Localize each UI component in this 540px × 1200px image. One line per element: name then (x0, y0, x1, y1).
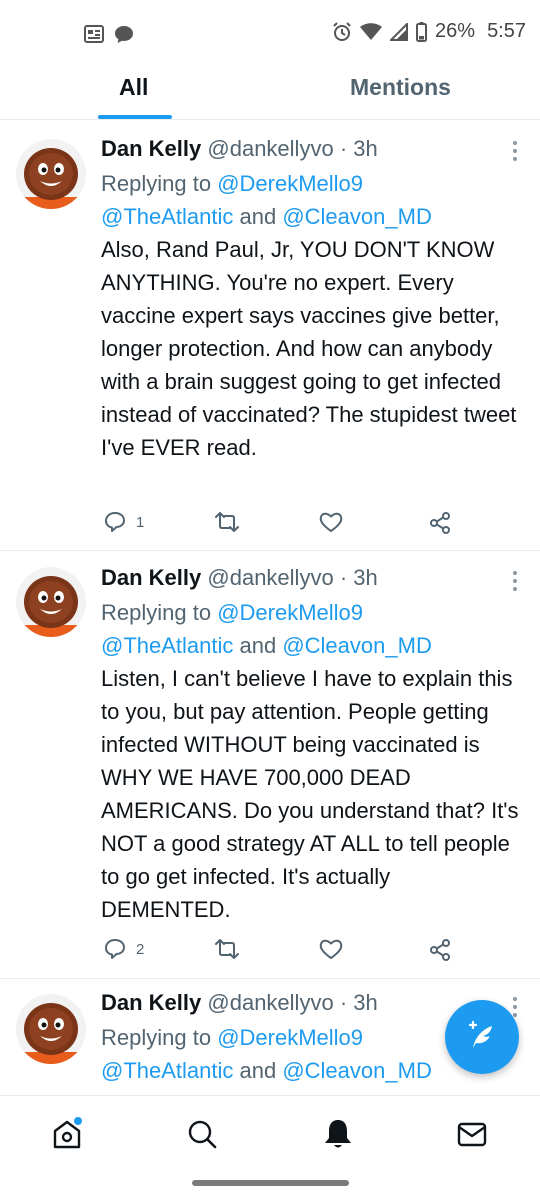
reply-and: and (233, 1058, 283, 1083)
notifications-icon (325, 1120, 351, 1148)
like-button[interactable] (319, 511, 343, 533)
tweet[interactable]: Dan Kelly @dankellyvo · 3h Replying to @… (0, 121, 540, 551)
status-bar: 26% 5:57 (0, 0, 540, 66)
retweet-icon (215, 939, 239, 959)
reply-count: 1 (136, 513, 145, 531)
mention-link[interactable]: @DerekMello9 (217, 600, 363, 625)
reply-and: and (233, 633, 283, 658)
reply-button[interactable]: 1 (104, 511, 144, 533)
author-handle[interactable]: @dankellyvo (207, 136, 333, 161)
reply-icon (105, 512, 125, 532)
tweet-header: Dan Kelly @dankellyvo · 3h (101, 134, 520, 164)
messages-icon (457, 1122, 487, 1147)
nav-search[interactable] (184, 1116, 220, 1152)
clock: 5:57 (487, 20, 526, 42)
share-icon (430, 512, 450, 534)
signal-icon (390, 22, 409, 41)
author-name[interactable]: Dan Kelly (101, 136, 201, 161)
replying-to: Replying to @DerekMello9 @TheAtlantic an… (101, 596, 520, 662)
avatar[interactable] (16, 567, 86, 637)
search-icon (188, 1120, 217, 1149)
replying-to: Replying to @DerekMello9 @TheAtlantic an… (101, 167, 520, 233)
alarm-icon (333, 21, 351, 41)
tab-mentions[interactable]: Mentions (350, 74, 451, 101)
tweet-actions: 1 (101, 511, 481, 541)
mention-link[interactable]: @DerekMello9 (217, 171, 363, 196)
share-button[interactable] (428, 938, 452, 962)
home-indicator[interactable] (192, 1180, 349, 1186)
nav-home[interactable] (49, 1116, 85, 1152)
tweet-time: 3h (353, 136, 378, 161)
mention-link[interactable]: @Cleavon_MD (282, 633, 432, 658)
retweet-button[interactable] (215, 938, 239, 960)
active-tab-indicator (98, 115, 172, 119)
avatar[interactable] (16, 139, 86, 209)
mention-link[interactable]: @TheAtlantic (101, 1058, 233, 1083)
tab-all[interactable]: All (119, 74, 148, 101)
mention-link[interactable]: @Cleavon_MD (282, 1058, 432, 1083)
tweet[interactable]: Dan Kelly @dankellyvo · 3h Replying to @… (0, 551, 540, 979)
share-button[interactable] (428, 511, 452, 535)
like-icon (319, 512, 343, 532)
replying-prefix: Replying to (101, 1025, 218, 1050)
status-notifications (84, 24, 134, 44)
author-handle[interactable]: @dankellyvo (207, 990, 333, 1015)
mention-link[interactable]: @TheAtlantic (101, 204, 233, 229)
status-system: 26% 5:57 (332, 20, 526, 43)
replying-prefix: Replying to (101, 600, 218, 625)
avatar-image (16, 567, 86, 637)
like-button[interactable] (319, 938, 343, 960)
nav-notifications[interactable] (320, 1116, 356, 1152)
avatar-image (16, 994, 86, 1064)
wifi-icon (360, 22, 383, 40)
tweet-header: Dan Kelly @dankellyvo · 3h (101, 563, 520, 593)
share-icon (430, 939, 450, 961)
like-icon (319, 939, 343, 959)
nav-messages[interactable] (454, 1116, 490, 1152)
retweet-icon (215, 512, 239, 532)
tweet-time: 3h (353, 565, 378, 590)
replying-prefix: Replying to (101, 171, 218, 196)
compose-tweet-icon (468, 1020, 492, 1048)
separator: · (339, 990, 348, 1015)
mention-link[interactable]: @TheAtlantic (101, 633, 233, 658)
tweet-time: 3h (353, 990, 378, 1015)
separator: · (339, 565, 348, 590)
separator: · (339, 136, 348, 161)
news-icon (84, 25, 104, 43)
tweet-text: Listen, I can't believe I have to explai… (101, 666, 519, 922)
tweet-actions: 2 (101, 938, 481, 968)
home-icon (53, 1117, 82, 1149)
tweet-text: Also, Rand Paul, Jr, YOU DON'T KNOW ANYT… (101, 237, 517, 460)
reply-count: 2 (136, 940, 145, 958)
reply-and: and (233, 204, 283, 229)
author-name[interactable]: Dan Kelly (101, 990, 201, 1015)
author-name[interactable]: Dan Kelly (101, 565, 201, 590)
notification-tabs: All Mentions (0, 66, 540, 120)
author-handle[interactable]: @dankellyvo (207, 565, 333, 590)
battery-percent: 26% (435, 20, 476, 42)
avatar[interactable] (16, 994, 86, 1064)
reply-button[interactable]: 2 (104, 938, 144, 960)
reply-icon (105, 939, 125, 959)
retweet-button[interactable] (215, 511, 239, 533)
mention-link[interactable]: @DerekMello9 (217, 1025, 363, 1050)
compose-tweet-button[interactable] (445, 1000, 519, 1074)
chat-bubble-icon (115, 26, 133, 43)
battery-icon (416, 21, 428, 42)
avatar-image (16, 139, 86, 209)
mention-link[interactable]: @Cleavon_MD (282, 204, 432, 229)
